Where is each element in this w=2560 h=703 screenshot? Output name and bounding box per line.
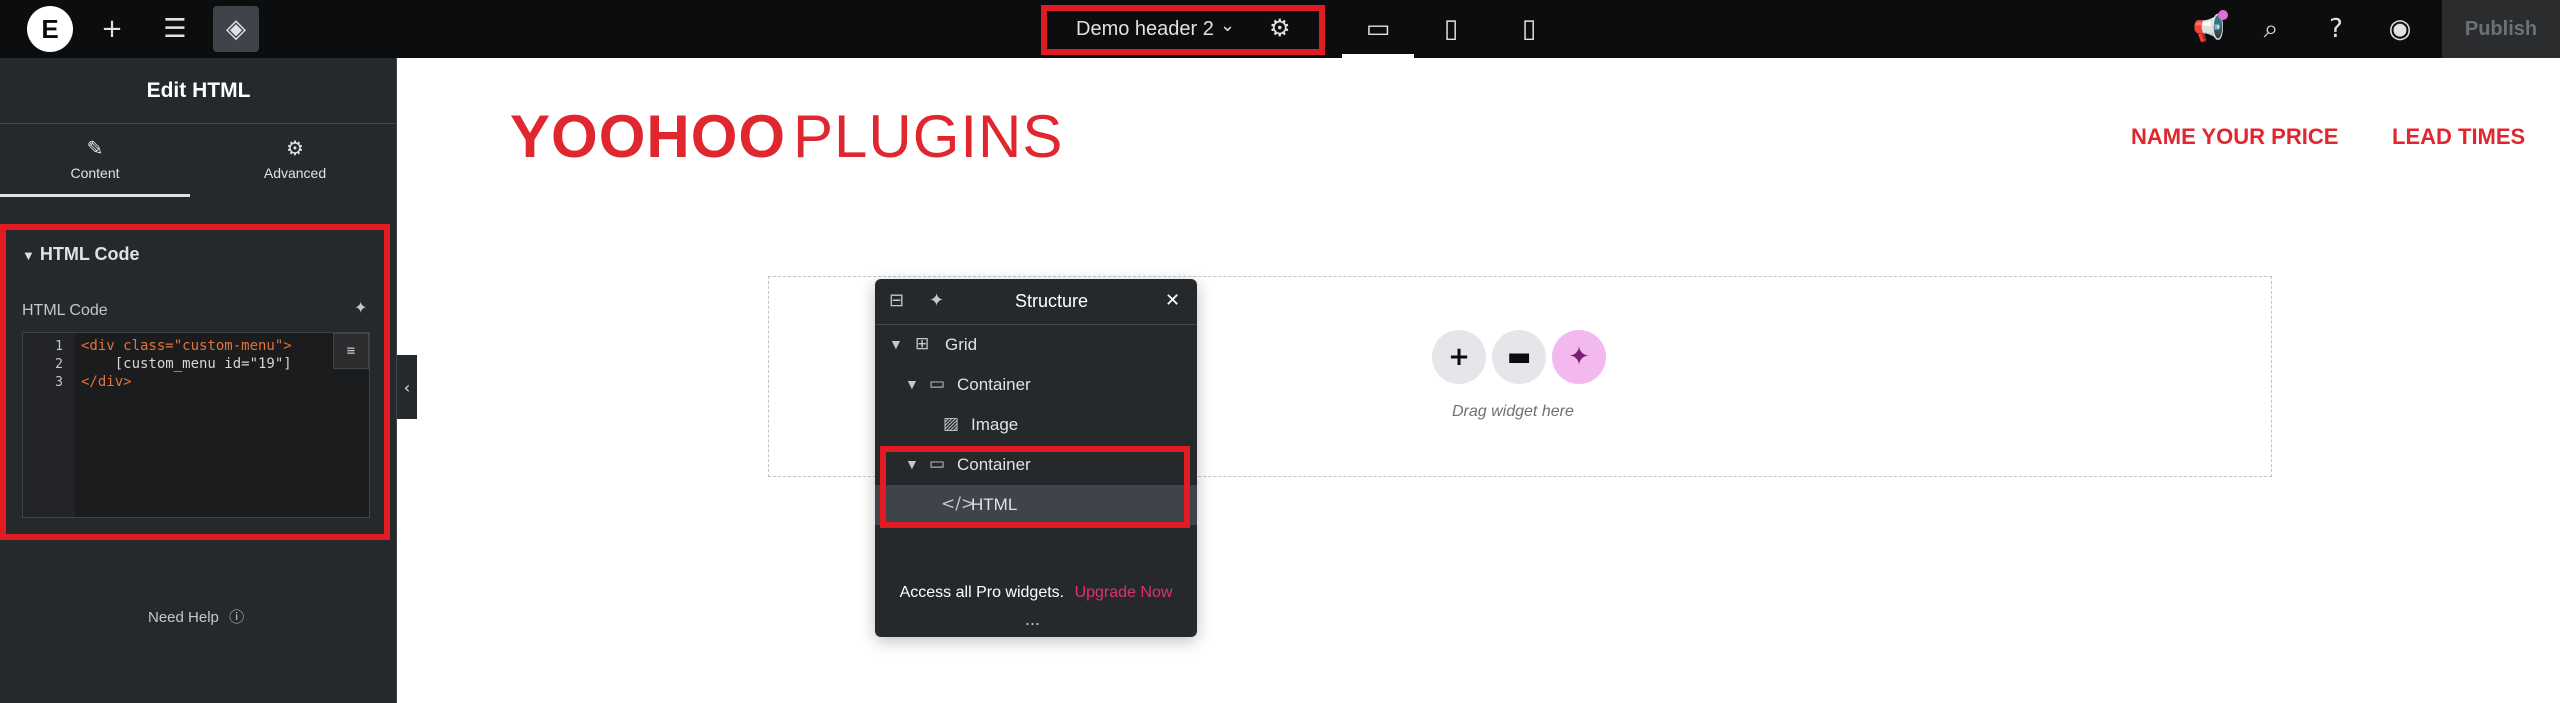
tree-node-container[interactable]: ▼ ▭ Container	[875, 365, 1197, 405]
tree-node-label: Grid	[945, 335, 978, 354]
drop-hint: Drag widget here	[1452, 403, 1574, 420]
html-code-label: HTML Code	[22, 302, 108, 319]
add-section-button[interactable]: +	[1432, 330, 1486, 384]
section-toggle-html-code[interactable]: ▼ HTML Code	[22, 244, 140, 265]
upgrade-now-link[interactable]: Upgrade Now	[1075, 584, 1173, 601]
eye-icon: ◉	[2388, 14, 2412, 44]
document-title: Demo header 2	[1076, 18, 1214, 40]
code-line[interactable]: [custom_menu id="19"]	[81, 356, 292, 372]
html-code-editor[interactable]: 1 2 3 <div class="custom-menu"> [custom_…	[22, 332, 370, 518]
plus-icon: +	[1448, 342, 1470, 372]
logo-light-text: PLUGINS	[793, 103, 1064, 170]
collapse-panel-button[interactable]: ‹	[397, 355, 417, 419]
top-bar: E + ☰ ◈ Demo header 2 ⌄ ⚙ ▭ ▯ ▯ 📢 ⌕ ? ◉ …	[0, 0, 2560, 58]
document-title-switcher[interactable]: Demo header 2 ⌄ ⚙	[1044, 6, 1322, 52]
preview-button[interactable]: ◉	[2377, 6, 2423, 52]
tab-advanced[interactable]: ⚙ Advanced	[200, 124, 390, 190]
tablet-icon: ▯	[1443, 14, 1459, 44]
structure-title: Structure	[1015, 291, 1089, 311]
code-line[interactable]: </div>	[81, 374, 132, 390]
device-mobile-button[interactable]: ▯	[1506, 6, 1552, 52]
publish-button[interactable]: Publish	[2442, 0, 2560, 58]
tree-node-image[interactable]: ▨ Image	[875, 405, 1197, 445]
help-button[interactable]: ?	[2313, 6, 2359, 52]
folder-icon: ▬	[1506, 342, 1532, 372]
mobile-icon: ▯	[1521, 14, 1537, 44]
tree-node-label: Container	[957, 375, 1031, 394]
section-title: HTML Code	[39, 244, 140, 264]
close-icon[interactable]: ✕	[1165, 290, 1180, 311]
sparkle-icon[interactable]: ✦	[354, 298, 367, 317]
caret-down-icon[interactable]: ▼	[905, 456, 919, 472]
line-number: 1	[55, 339, 63, 354]
tab-advanced-label: Advanced	[263, 165, 327, 181]
desktop-icon: ▭	[1365, 14, 1391, 44]
panel-title: Edit HTML	[0, 58, 397, 124]
tree-node-html[interactable]: </> HTML	[875, 485, 1197, 525]
dynamic-tags-button[interactable]: ≡	[333, 333, 369, 369]
pro-upsell-text: Access all Pro widgets.	[899, 584, 1065, 601]
tree-node-label: HTML	[971, 495, 1018, 514]
device-desktop-button[interactable]: ▭	[1355, 6, 1401, 52]
tab-content[interactable]: ✎ Content	[0, 124, 190, 190]
structure-toggle-button[interactable]: ◈	[213, 6, 259, 52]
menu-item-lead-times[interactable]: LEAD TIMES	[2392, 124, 2525, 150]
elementor-logo-icon[interactable]: E	[27, 6, 73, 52]
search-button[interactable]: ⌕	[2248, 6, 2294, 52]
gear-icon[interactable]: ⚙	[1269, 14, 1291, 43]
structure-panel: ⊟ ✦ Structure ✕ ▼ ⊞ Grid ▼ ▭ Container ▨…	[875, 279, 1197, 637]
more-icon[interactable]: ...	[1025, 609, 1040, 630]
device-active-indicator	[1342, 54, 1414, 58]
editor-panel: Edit HTML ✎ Content ⚙ Advanced ▼ HTML Co…	[0, 58, 397, 703]
search-icon: ⌕	[2263, 13, 2279, 44]
help-icon: ?	[2329, 14, 2343, 44]
sparkle-icon: ✦	[1568, 342, 1590, 372]
logo-bold-text: YOOHOO	[510, 103, 787, 170]
tree-node-container[interactable]: ▼ ▭ Container	[875, 445, 1197, 485]
pro-upsell: Access all Pro widgets. Upgrade Now	[875, 584, 1197, 602]
line-number: 3	[55, 375, 63, 390]
image-icon: ▨	[943, 414, 960, 434]
caret-down-icon[interactable]: ▼	[905, 376, 919, 392]
tree-node-label: Container	[957, 455, 1031, 474]
add-element-button[interactable]: +	[89, 6, 135, 52]
code-line[interactable]: <div class="custom-menu">	[81, 338, 292, 354]
chevron-down-icon[interactable]: ⌄	[1220, 15, 1235, 36]
structure-header: ⊟ ✦ Structure ✕	[875, 279, 1197, 325]
caret-down-icon: ▼	[22, 248, 35, 263]
collapse-all-icon[interactable]: ⊟	[889, 290, 904, 311]
menu-item-name-your-price[interactable]: NAME YOUR PRICE	[2131, 124, 2338, 150]
layers-icon: ◈	[226, 14, 246, 44]
grid-icon: ⊞	[915, 334, 930, 354]
ai-generate-button[interactable]: ✦	[1552, 330, 1606, 384]
sparkle-icon[interactable]: ✦	[929, 290, 944, 311]
add-template-button[interactable]: ▬	[1492, 330, 1546, 384]
chevron-left-icon: ‹	[403, 377, 411, 397]
pencil-icon: ✎	[86, 138, 104, 160]
notification-dot	[2218, 10, 2228, 20]
container-icon: ▭	[929, 454, 946, 474]
tree-node-grid[interactable]: ▼ ⊞ Grid	[875, 325, 1197, 365]
line-number: 2	[55, 357, 63, 372]
tab-active-indicator	[0, 194, 190, 197]
need-help-link[interactable]: Need Help ⓘ	[148, 606, 244, 627]
question-circle-icon: ⓘ	[229, 609, 245, 626]
elementor-logo-glyph: E	[41, 13, 59, 44]
database-icon: ≡	[346, 343, 356, 359]
tree-node-label: Image	[971, 415, 1019, 434]
gear-icon: ⚙	[286, 138, 304, 160]
tab-content-label: Content	[70, 165, 120, 181]
need-help-label: Need Help	[148, 609, 219, 626]
sliders-icon: ☰	[163, 14, 187, 44]
site-settings-button[interactable]: ☰	[152, 6, 198, 52]
plus-icon: +	[101, 14, 123, 44]
container-icon: ▭	[929, 374, 946, 394]
device-tablet-button[interactable]: ▯	[1428, 6, 1474, 52]
caret-down-icon[interactable]: ▼	[889, 336, 903, 352]
